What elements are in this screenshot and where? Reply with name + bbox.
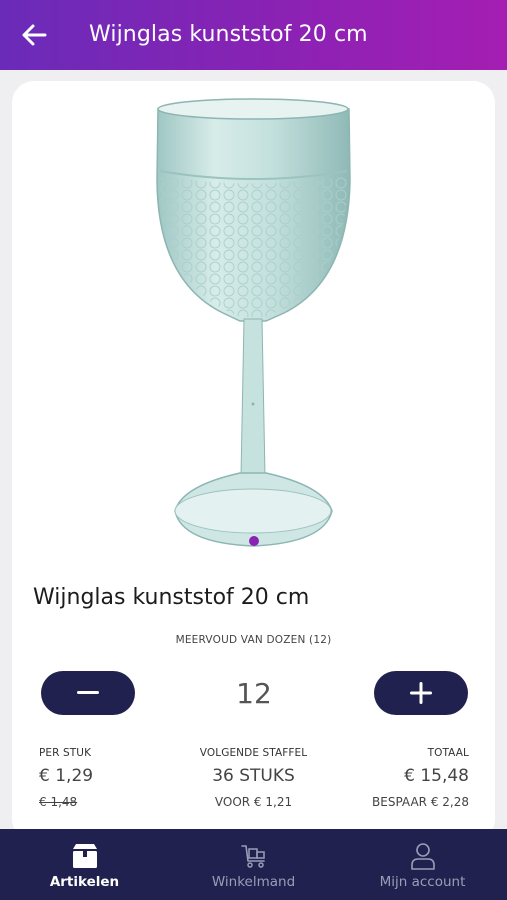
- nav-item-mijn-account[interactable]: Mijn account: [338, 829, 507, 900]
- plus-icon: [410, 682, 432, 704]
- next-tier-price: VOOR € 1,21: [214, 795, 293, 809]
- per-piece-label: PER STUK: [39, 747, 92, 759]
- savings-text: BESPAAR € 2,28: [372, 795, 469, 809]
- product-image-carousel[interactable]: [12, 81, 495, 556]
- user-icon: [410, 843, 435, 870]
- box-icon: [72, 844, 97, 868]
- nav-item-artikelen[interactable]: Artikelen: [0, 829, 169, 900]
- per-piece-old-price: € 1,48: [39, 795, 78, 809]
- multiple-label: MEERVOUD VAN DOZEN (12): [175, 634, 332, 646]
- carousel-dot-active[interactable]: [249, 536, 259, 546]
- product-card: Wijnglas kunststof 20 cm MEERVOUD VAN DO…: [12, 81, 495, 841]
- next-tier-quantity: 36 STUKS: [212, 766, 295, 786]
- wine-glass-image: [156, 98, 351, 547]
- minus-icon: [77, 691, 99, 694]
- nav-label-winkelmand: Winkelmand: [211, 874, 296, 890]
- total-price: € 15,48: [404, 766, 469, 786]
- nav-label-mijn-account: Mijn account: [379, 874, 466, 890]
- total-label: TOTAAL: [427, 747, 469, 759]
- bottom-navigation: Artikelen Winkelmand Mijn account: [0, 829, 507, 900]
- decrease-quantity-button[interactable]: [41, 671, 135, 715]
- page-title: Wijnglas kunststof 20 cm: [89, 22, 368, 47]
- per-piece-price: € 1,29: [39, 766, 94, 786]
- back-button[interactable]: [18, 20, 50, 50]
- nav-item-winkelmand[interactable]: Winkelmand: [169, 829, 338, 900]
- arrow-left-icon: [22, 24, 47, 46]
- quantity-value[interactable]: 12: [192, 677, 316, 710]
- app-header: Wijnglas kunststof 20 cm: [0, 0, 507, 70]
- nav-label-artikelen: Artikelen: [49, 874, 120, 890]
- increase-quantity-button[interactable]: [374, 671, 468, 715]
- product-title: Wijnglas kunststof 20 cm: [33, 585, 310, 610]
- cart-icon: [240, 845, 265, 868]
- next-tier-label: VOLGENDE STAFFEL: [199, 747, 308, 759]
